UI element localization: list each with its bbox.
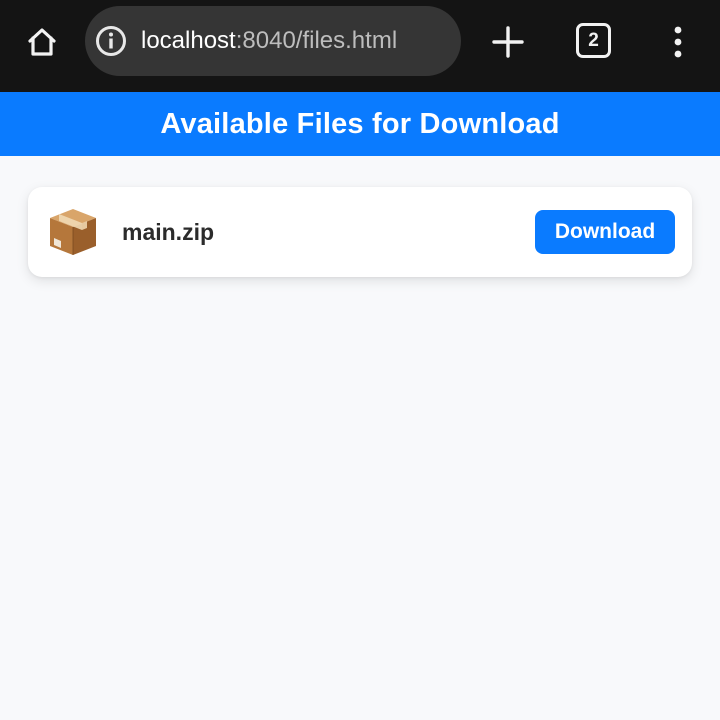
more-vert-icon[interactable] — [664, 22, 692, 62]
package-box-icon — [50, 209, 96, 255]
file-name: main.zip — [122, 219, 215, 245]
info-icon[interactable] — [95, 25, 127, 57]
tab-count: 2 — [588, 29, 599, 51]
browser-toolbar: localhost:8040/files.html 2 — [0, 0, 720, 92]
page-header: Available Files for Download — [0, 92, 720, 156]
plus-icon[interactable] — [488, 22, 528, 62]
home-icon — [28, 28, 56, 56]
address-bar[interactable]: localhost:8040/files.html — [85, 6, 461, 76]
file-card: main.zip Download — [28, 187, 692, 277]
url-text[interactable]: localhost:8040/files.html — [141, 6, 397, 76]
url-host: localhost — [141, 27, 236, 54]
page-title: Available Files for Download — [160, 107, 560, 140]
home-button[interactable] — [18, 18, 66, 66]
tab-switcher-button[interactable]: 2 — [576, 23, 611, 58]
download-button[interactable]: Download — [535, 210, 675, 254]
url-path: :8040/files.html — [235, 27, 398, 54]
